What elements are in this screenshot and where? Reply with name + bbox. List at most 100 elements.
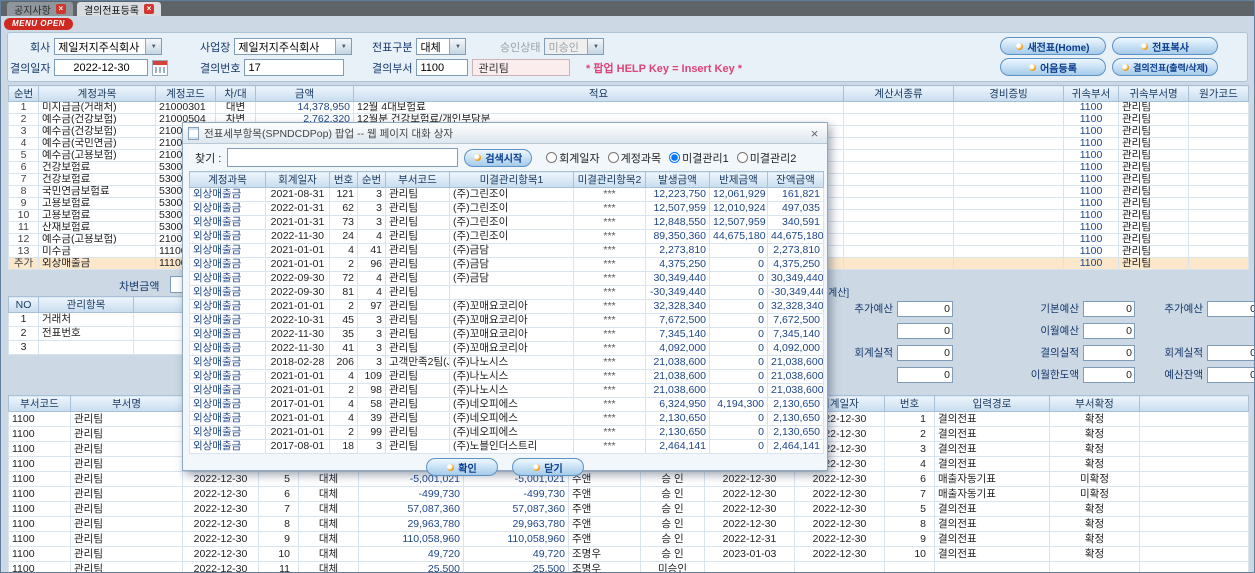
- copy-slip-button[interactable]: 전표복사: [1112, 37, 1218, 55]
- radio-open-item2[interactable]: [736, 152, 748, 163]
- resolution-dept-code-input[interactable]: [416, 59, 469, 76]
- cell[interactable]: 외상매출금: [189, 425, 266, 440]
- cell[interactable]: 예수금(건강보험): [38, 113, 156, 126]
- cell[interactable]: 확정: [1049, 501, 1140, 517]
- cell[interactable]: 1100: [1063, 149, 1119, 162]
- cell[interactable]: 6: [258, 486, 299, 502]
- cell[interactable]: 결의전표: [934, 426, 1050, 442]
- cell[interactable]: 3: [884, 441, 935, 457]
- cell[interactable]: 2,464,141: [767, 439, 824, 454]
- cell[interactable]: 0: [709, 425, 768, 440]
- cell[interactable]: 29,963,780: [358, 516, 464, 532]
- cell[interactable]: 25,500: [358, 561, 464, 572]
- cell[interactable]: 건강보험료: [38, 161, 156, 174]
- table-row[interactable]: 외상매출금 2022-11-30 35 3 관리팀 (주)꼬매요코리아 *** 7,34…: [189, 327, 824, 342]
- cell[interactable]: 2022-09-30: [265, 271, 330, 286]
- cell[interactable]: [1188, 245, 1249, 258]
- cell[interactable]: 관리팀: [1118, 137, 1189, 150]
- cell[interactable]: 외상매출금: [189, 201, 266, 216]
- cell[interactable]: 98: [357, 383, 386, 398]
- cell[interactable]: 62: [329, 201, 358, 216]
- cell[interactable]: [953, 209, 1064, 222]
- cell[interactable]: 2: [329, 299, 358, 314]
- cell[interactable]: 12: [8, 233, 39, 246]
- cell[interactable]: 외상매출금: [189, 285, 266, 300]
- cell[interactable]: 4,375,250: [645, 257, 710, 272]
- cell[interactable]: ***: [573, 187, 646, 202]
- cell[interactable]: (주)꼬매요코리아: [449, 313, 574, 328]
- cell[interactable]: 대체: [298, 516, 359, 532]
- cell[interactable]: 0: [709, 313, 768, 328]
- cell[interactable]: (주)나노시스: [449, 355, 574, 370]
- cell[interactable]: 4: [329, 243, 358, 258]
- cell[interactable]: 미수금: [38, 245, 156, 258]
- cell[interactable]: 49,720: [358, 546, 464, 562]
- table-row[interactable]: 외상매출금 2021-01-01 2 99 관리팀 (주)네오피에스 *** 2,130…: [189, 425, 824, 440]
- cell[interactable]: [843, 221, 954, 234]
- budget-value-field[interactable]: 0: [1207, 366, 1254, 383]
- cell[interactable]: 4: [8, 137, 39, 150]
- cell[interactable]: 관리팀: [70, 531, 183, 547]
- cell[interactable]: 18: [329, 439, 358, 454]
- cell[interactable]: 4: [329, 397, 358, 412]
- cell[interactable]: [953, 185, 1064, 198]
- cell[interactable]: ***: [573, 299, 646, 314]
- cell[interactable]: 관리팀: [70, 471, 183, 487]
- cell[interactable]: 2022-12-30: [704, 486, 795, 502]
- cell[interactable]: 예수금(건강보험): [38, 125, 156, 138]
- cell[interactable]: 관리팀: [385, 313, 450, 328]
- cell[interactable]: 12,507,959: [645, 201, 710, 216]
- table-row[interactable]: 1100 관리팀 2022-12-30 9 대체 110,058,960 110,05…: [8, 531, 1249, 547]
- cell[interactable]: 39: [357, 411, 386, 426]
- radio-acct-date[interactable]: [546, 152, 558, 163]
- cell[interactable]: 관리팀: [385, 327, 450, 342]
- tab-voucher-entry[interactable]: 결의전표등록 ×: [76, 2, 162, 17]
- cell[interactable]: 2022-12-30: [704, 501, 795, 517]
- cell[interactable]: 관리팀: [1118, 125, 1189, 138]
- cell[interactable]: 5: [8, 149, 39, 162]
- cell[interactable]: [953, 221, 1064, 234]
- cell[interactable]: 3: [8, 125, 39, 138]
- cell[interactable]: [953, 257, 1064, 270]
- cell[interactable]: 외상매출금: [189, 369, 266, 384]
- cell[interactable]: 1: [8, 101, 39, 114]
- cell[interactable]: 관리팀: [385, 229, 450, 244]
- cell[interactable]: 승 인: [640, 531, 705, 547]
- cell[interactable]: (주)노블인더스트리: [449, 439, 574, 454]
- cell[interactable]: 1100: [8, 516, 71, 532]
- cell[interactable]: 주앤: [568, 486, 641, 502]
- cell[interactable]: [843, 125, 954, 138]
- table-row[interactable]: 외상매출금 2022-09-30 72 4 관리팀 (주)금담 *** 30,349,4…: [189, 271, 824, 286]
- cell[interactable]: [843, 209, 954, 222]
- company-select[interactable]: 제일저지주식회사 ▼: [54, 38, 163, 55]
- cell[interactable]: 대체: [298, 546, 359, 562]
- cell[interactable]: 24: [329, 229, 358, 244]
- cell[interactable]: ***: [573, 355, 646, 370]
- cell[interactable]: 관리팀: [385, 201, 450, 216]
- cell[interactable]: 승 인: [640, 516, 705, 532]
- cell[interactable]: [843, 137, 954, 150]
- cell[interactable]: ***: [573, 229, 646, 244]
- cell[interactable]: 외상매출금: [189, 271, 266, 286]
- table-row[interactable]: 외상매출금 2022-09-30 81 4 관리팀 *** -30,349,440 0…: [189, 285, 824, 300]
- slip-type-select[interactable]: 대체 ▼: [416, 38, 467, 55]
- cell[interactable]: 주앤: [568, 531, 641, 547]
- cell[interactable]: 외상매출금: [189, 411, 266, 426]
- cell[interactable]: 결의전표: [934, 411, 1050, 427]
- cell[interactable]: [953, 161, 1064, 174]
- cell[interactable]: 3: [357, 313, 386, 328]
- cell[interactable]: (주)꼬매요코리아: [449, 299, 574, 314]
- cell[interactable]: [953, 149, 1064, 162]
- cell[interactable]: 2023-01-03: [704, 546, 795, 562]
- cell[interactable]: ***: [573, 215, 646, 230]
- cell[interactable]: ***: [573, 271, 646, 286]
- cell[interactable]: 관리팀: [385, 425, 450, 440]
- cell[interactable]: 관리팀: [1118, 197, 1189, 210]
- cell[interactable]: [1049, 561, 1140, 572]
- cell[interactable]: 7,345,140: [767, 327, 824, 342]
- cell[interactable]: 49,720: [463, 546, 569, 562]
- cell[interactable]: 1100: [8, 426, 71, 442]
- cell[interactable]: 외상매출금: [189, 243, 266, 258]
- cell[interactable]: 3: [357, 327, 386, 342]
- cell[interactable]: 조명우: [568, 546, 641, 562]
